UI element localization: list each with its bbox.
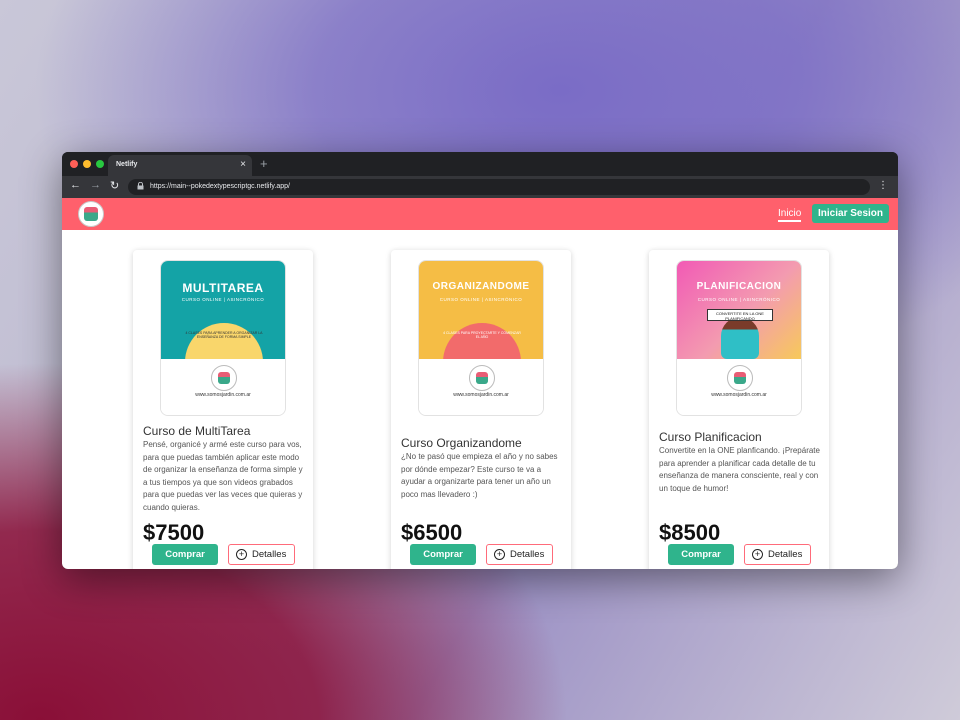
course-price: $7500: [143, 520, 205, 545]
site-navbar: Inicio Iniciar Sesion: [62, 198, 898, 230]
browser-menu-icon[interactable]: ⋮: [878, 180, 888, 191]
cover-text: CONVERTITE EN LA ONE PLANIFICANDO: [707, 309, 773, 321]
address-bar: ← → ↻ https://main--pokedextypescriptgc.…: [62, 176, 898, 198]
cover-logo: [469, 365, 495, 391]
logo-mark-icon: [84, 207, 98, 221]
buy-button[interactable]: Comprar: [410, 544, 476, 565]
new-tab-icon[interactable]: +: [260, 156, 268, 171]
course-description: Convertite en la ONE planficando. ¡Prepá…: [659, 446, 820, 493]
cover-subtitle: CURSO ONLINE | ASINCRÓNICO: [181, 297, 265, 302]
cover-logo: [727, 365, 753, 391]
site-logo[interactable]: [78, 201, 104, 227]
tab-bar: Netlify × +: [62, 152, 898, 176]
cover-text: 4 CLASES PARA APRENDER A ORGANIZAR LA EN…: [185, 331, 263, 339]
cover-title: PLANIFICACION: [696, 281, 782, 292]
tab-close-icon[interactable]: ×: [240, 159, 246, 170]
cover-site: www.somosjardin.com.ar: [453, 392, 509, 398]
course-title: Curso Organizandome: [401, 436, 522, 450]
course-title: Curso de MultiTarea: [143, 424, 251, 438]
buy-button[interactable]: Comprar: [668, 544, 734, 565]
reload-icon[interactable]: ↻: [110, 179, 119, 192]
course-card: ORGANIZANDOME CURSO ONLINE | ASINCRÓNICO…: [391, 250, 571, 569]
web-page: Inicio Iniciar Sesion MULTITAREA CURSO O…: [62, 198, 898, 569]
back-icon[interactable]: ←: [70, 179, 81, 191]
cover-site: www.somosjardin.com.ar: [711, 392, 767, 398]
buy-button[interactable]: Comprar: [152, 544, 218, 565]
course-cover-image: ORGANIZANDOME CURSO ONLINE | ASINCRÓNICO…: [418, 260, 544, 416]
course-description: Pensé, organicé y armé este curso para v…: [143, 440, 303, 512]
cover-text: 4 CLASES PARA PROYECTARTE Y COMENZAR EL …: [443, 331, 521, 339]
window-controls: [70, 160, 104, 168]
plus-circle-icon: +: [752, 549, 763, 560]
cover-site: www.somosjardin.com.ar: [195, 392, 251, 398]
course-card: MULTITAREA CURSO ONLINE | ASINCRÓNICO 4 …: [133, 250, 313, 569]
details-button[interactable]: + Detalles: [486, 544, 553, 565]
cover-title: MULTITAREA: [182, 281, 264, 295]
course-description: ¿No te pasó que empieza el año y no sabe…: [401, 452, 558, 499]
lock-icon: [137, 182, 144, 190]
cover-title: ORGANIZANDOME: [432, 281, 530, 292]
details-button[interactable]: + Detalles: [744, 544, 811, 565]
course-price: $6500: [401, 520, 463, 545]
browser-tab[interactable]: Netlify ×: [108, 155, 252, 176]
forward-icon[interactable]: →: [90, 179, 101, 191]
plus-circle-icon: +: [494, 549, 505, 560]
course-card: PLANIFICACION CURSO ONLINE | ASINCRÓNICO…: [649, 250, 829, 569]
cover-subtitle: CURSO ONLINE | ASINCRÓNICO: [697, 297, 781, 302]
person-illustration: [721, 317, 759, 359]
tab-title: Netlify: [116, 161, 138, 168]
maximize-window-icon[interactable]: [96, 160, 104, 168]
url-field[interactable]: https://main--pokedextypescriptgc.netlif…: [128, 179, 870, 195]
course-cover-image: MULTITAREA CURSO ONLINE | ASINCRÓNICO 4 …: [160, 260, 286, 416]
course-price: $8500: [659, 520, 721, 545]
plus-circle-icon: +: [236, 549, 247, 560]
login-button[interactable]: Iniciar Sesion: [812, 204, 890, 223]
cover-logo: [211, 365, 237, 391]
details-button[interactable]: + Detalles: [228, 544, 295, 565]
url-text: https://main--pokedextypescriptgc.netlif…: [150, 183, 290, 190]
close-window-icon[interactable]: [70, 160, 78, 168]
cover-subtitle: CURSO ONLINE | ASINCRÓNICO: [439, 297, 523, 302]
course-cover-image: PLANIFICACION CURSO ONLINE | ASINCRÓNICO…: [676, 260, 802, 416]
nav-link-inicio[interactable]: Inicio: [778, 208, 802, 222]
details-label: Detalles: [510, 549, 545, 560]
minimize-window-icon[interactable]: [83, 160, 91, 168]
course-title: Curso Planificacion: [659, 430, 762, 444]
browser-window: Netlify × + ← → ↻ https://main--pokedext…: [62, 152, 898, 569]
details-label: Detalles: [252, 549, 287, 560]
details-label: Detalles: [768, 549, 803, 560]
